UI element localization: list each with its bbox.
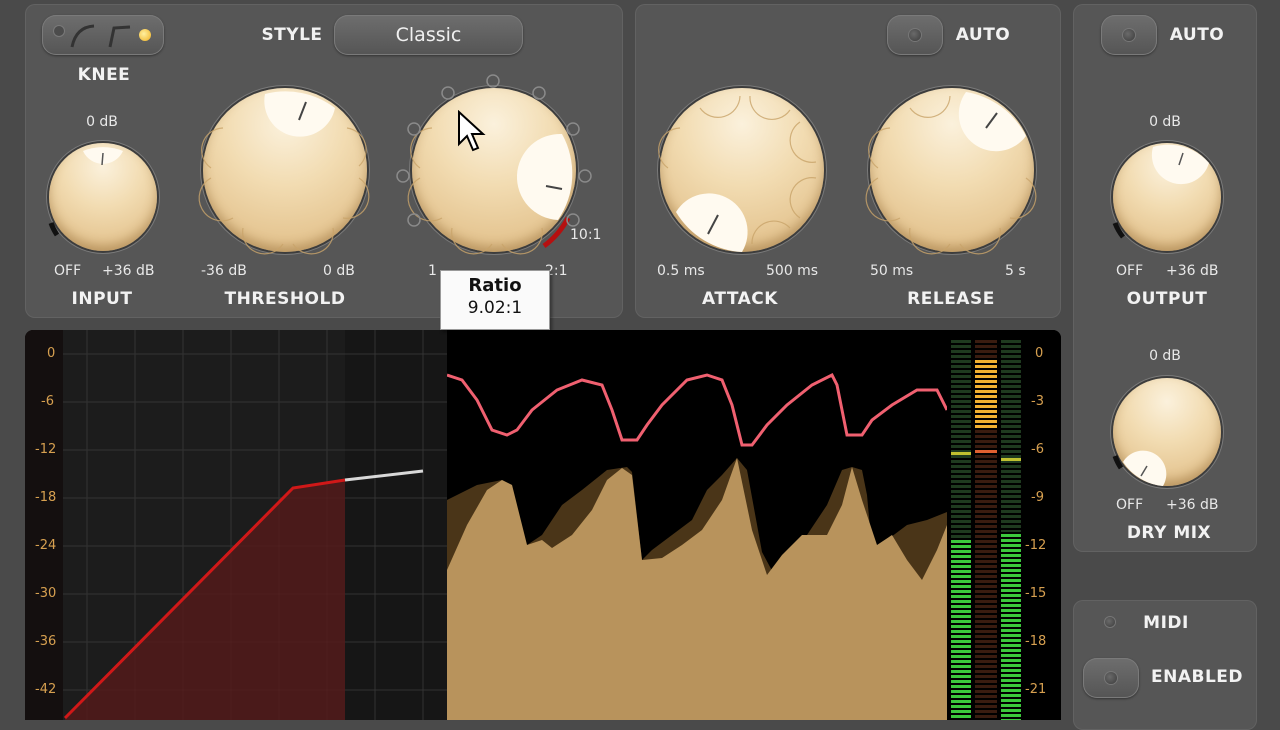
attack-max-label: 500 ms — [766, 263, 819, 279]
knee-active-led — [139, 29, 151, 41]
auto-gain-led — [1123, 29, 1135, 41]
hard-knee-curve-icon[interactable] — [106, 23, 132, 49]
auto-timing-label: AUTO — [955, 25, 1011, 45]
graph-axis-5: -30 — [35, 586, 57, 601]
output-max-label: +36 dB — [1166, 263, 1219, 279]
level-history-graph — [447, 330, 947, 720]
graph-axis-1: -6 — [41, 394, 54, 409]
drymix-top-label: 0 dB — [1149, 348, 1181, 364]
knee-label: KNEE — [77, 65, 131, 85]
meter-axis-6: -18 — [1025, 634, 1047, 649]
ratio-tooltip-title: Ratio — [468, 275, 522, 296]
ratio-tooltip: Ratio 9.02:1 — [440, 270, 550, 330]
meter-axis-2: -6 — [1031, 442, 1044, 457]
enabled-label: ENABLED — [1150, 667, 1243, 687]
output-meter — [1001, 338, 1021, 720]
ratio-tooltip-value: 9.02:1 — [467, 298, 523, 318]
meter-axis-3: -9 — [1031, 490, 1044, 505]
ratio-min-label: 1 — [428, 263, 437, 279]
output-knob[interactable] — [1112, 143, 1221, 251]
output-min-label: OFF — [1116, 263, 1144, 279]
graph-axis-0: 0 — [47, 346, 56, 361]
graph-axis-7: -42 — [35, 682, 57, 697]
drymix-knob[interactable] — [1112, 378, 1221, 486]
gain-reduction-meter-fill — [975, 358, 997, 428]
meter-axis-7: -21 — [1025, 682, 1047, 697]
drymix-min-label: OFF — [1116, 497, 1144, 513]
input-label: INPUT — [71, 289, 133, 309]
graph-axis-6: -36 — [35, 634, 57, 649]
enabled-toggle[interactable] — [1083, 658, 1139, 698]
style-value: Classic — [395, 24, 462, 46]
graph-axis-4: -24 — [35, 538, 57, 553]
output-meter-fill — [1001, 532, 1021, 720]
input-top-label: 0 dB — [86, 114, 118, 130]
drymix-label: DRY MIX — [1126, 523, 1212, 543]
output-top-label: 0 dB — [1149, 114, 1181, 130]
threshold-label: THRESHOLD — [224, 289, 346, 309]
release-min-label: 50 ms — [870, 263, 914, 279]
hard-knee-icon[interactable] — [54, 26, 64, 36]
midi-led — [1105, 617, 1115, 627]
graph-axis-2: -12 — [35, 442, 57, 457]
gain-reduction-meter — [975, 338, 997, 720]
enabled-led — [1105, 672, 1117, 684]
meter-axis-0: 0 — [1035, 346, 1044, 361]
knee-selector[interactable] — [42, 15, 164, 55]
threshold-max-label: 0 dB — [323, 263, 355, 279]
output-label: OUTPUT — [1126, 289, 1208, 309]
meter-axis-5: -15 — [1025, 586, 1047, 601]
input-meter-fill — [951, 538, 971, 720]
style-label: STYLE — [261, 25, 323, 45]
auto-gain-toggle[interactable] — [1101, 15, 1157, 55]
meter-axis-4: -12 — [1025, 538, 1047, 553]
threshold-min-label: -36 dB — [201, 263, 247, 279]
attack-knob[interactable] — [658, 88, 824, 252]
ratio-max-label: 10:1 — [570, 227, 602, 243]
soft-knee-icon[interactable] — [70, 23, 96, 49]
output-meter-peak — [1001, 458, 1021, 461]
style-dropdown[interactable]: Classic — [334, 15, 523, 55]
threshold-knob[interactable] — [198, 88, 370, 255]
compressor-display: 0 -6 -12 -18 -24 -30 -36 -42 0 -3 -6 -9 … — [25, 330, 1061, 720]
release-label: RELEASE — [907, 289, 995, 309]
ratio-tick-dots — [396, 74, 592, 227]
input-meter-peak — [951, 452, 971, 455]
input-knob[interactable] — [48, 143, 157, 251]
attack-min-label: 0.5 ms — [657, 263, 705, 279]
meters-area — [947, 330, 1061, 720]
input-min-label: OFF — [54, 263, 82, 279]
auto-timing-toggle[interactable] — [887, 15, 943, 55]
auto-gain-label: AUTO — [1169, 25, 1225, 45]
graph-axis-3: -18 — [35, 490, 57, 505]
input-meter — [951, 338, 971, 720]
attack-label: ATTACK — [702, 289, 778, 309]
input-max-label: +36 dB — [102, 263, 155, 279]
gain-reduction-meter-peak — [975, 450, 997, 453]
auto-timing-led — [909, 29, 921, 41]
midi-label: MIDI — [1143, 613, 1189, 633]
meter-axis-1: -3 — [1031, 394, 1044, 409]
mouse-cursor-icon — [458, 110, 486, 152]
release-knob[interactable] — [865, 88, 1037, 255]
drymix-max-label: +36 dB — [1166, 497, 1219, 513]
release-max-label: 5 s — [1005, 263, 1026, 279]
